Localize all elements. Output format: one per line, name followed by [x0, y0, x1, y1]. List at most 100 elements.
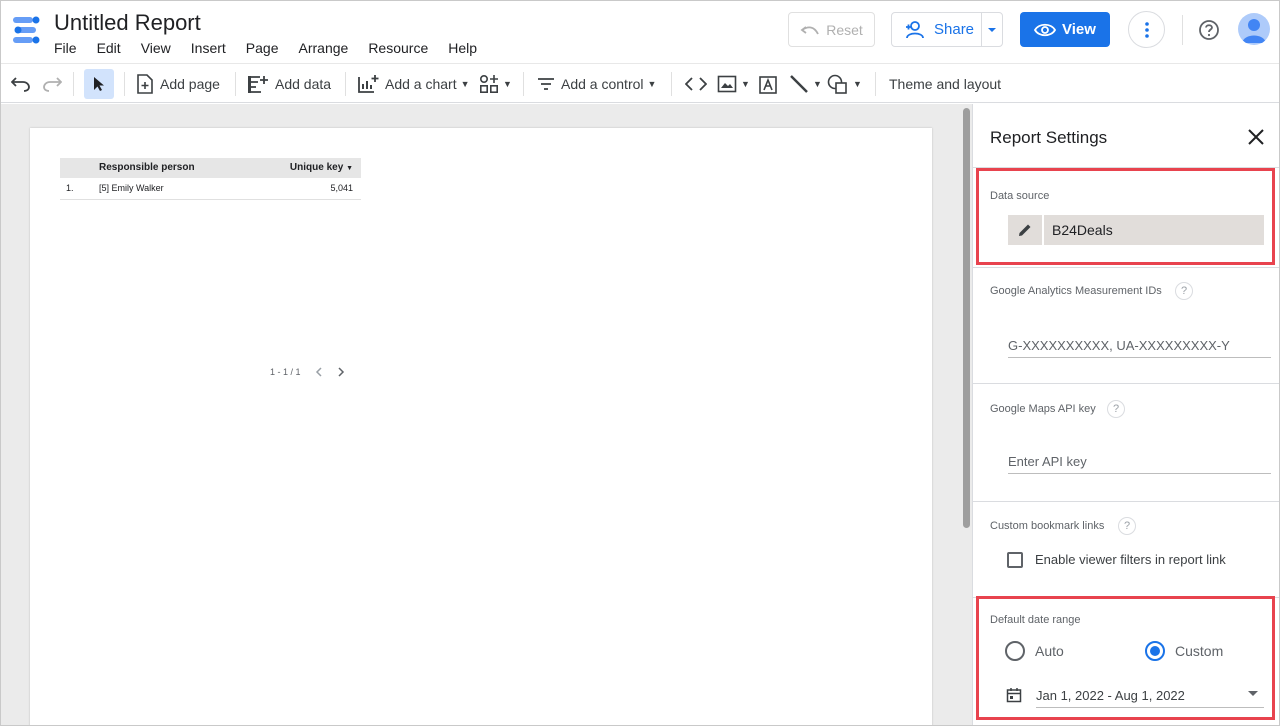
radio-auto[interactable] [1005, 641, 1025, 661]
radio-custom-label[interactable]: Custom [1175, 643, 1223, 659]
chevron-down-icon: ▼ [813, 79, 822, 89]
add-page-label: Add page [160, 76, 220, 92]
menu-view[interactable]: View [141, 40, 171, 56]
report-canvas: Responsible person Unique key ▼ 1. [5] E… [1, 104, 972, 725]
add-chart-label: Add a chart [385, 76, 457, 92]
theme-layout-label: Theme and layout [889, 76, 1002, 92]
menu-edit[interactable]: Edit [97, 40, 121, 56]
looker-studio-logo-icon[interactable] [13, 15, 41, 45]
view-button[interactable]: View [1020, 12, 1110, 47]
toolbar: Add page Add data Add a chart ▼ ▼ Add a … [1, 63, 1279, 104]
data-source-name: B24Deals [1052, 222, 1113, 238]
toolbar-divider [523, 72, 524, 96]
menu-bar: File Edit View Insert Page Arrange Resou… [54, 40, 497, 56]
menu-arrange[interactable]: Arrange [299, 40, 349, 56]
community-viz-button[interactable]: ▼ [479, 64, 512, 104]
community-viz-icon [479, 74, 499, 94]
add-data-label: Add data [275, 76, 332, 92]
maps-api-input[interactable]: Enter API key [1008, 450, 1271, 474]
radio-auto-label[interactable]: Auto [1035, 643, 1064, 659]
row-person: [5] Emily Walker [99, 183, 164, 193]
pencil-icon [1019, 224, 1031, 236]
viewer-filters-checkbox[interactable] [1007, 552, 1023, 568]
ga-help-icon[interactable]: ? [1175, 282, 1193, 300]
report-page[interactable]: Responsible person Unique key ▼ 1. [5] E… [30, 128, 932, 725]
select-tool-button[interactable] [84, 69, 114, 99]
chevron-right-icon[interactable] [337, 367, 345, 377]
report-settings-panel: Report Settings Data source B24Deals Goo… [972, 104, 1279, 725]
add-control-button[interactable]: Add a control ▼ [537, 64, 656, 104]
toolbar-divider [345, 72, 346, 96]
add-data-icon [248, 76, 268, 93]
toolbar-divider [124, 72, 125, 96]
maps-api-label: Google Maps API key [990, 403, 1096, 415]
sort-desc-icon: ▼ [346, 165, 353, 172]
add-chart-icon [358, 75, 379, 93]
date-range-picker[interactable]: Jan 1, 2022 - Aug 1, 2022 [1006, 682, 1264, 708]
radio-custom[interactable] [1145, 641, 1165, 661]
add-page-icon [137, 74, 153, 94]
share-dropdown-icon[interactable] [982, 27, 1002, 33]
shape-button[interactable]: ▼ [827, 64, 862, 104]
image-button[interactable]: ▼ [717, 64, 750, 104]
bookmark-help-icon[interactable]: ? [1118, 517, 1136, 535]
chevron-down-icon: ▼ [741, 79, 750, 89]
data-source-label: Data source [990, 190, 1050, 202]
column-header-person[interactable]: Responsible person [99, 162, 195, 173]
embed-code-icon[interactable] [685, 77, 707, 91]
chevron-left-icon[interactable] [315, 367, 323, 377]
redo-icon[interactable] [42, 75, 62, 93]
bookmark-links-label: Custom bookmark links [990, 520, 1105, 532]
add-chart-button[interactable]: Add a chart ▼ [357, 64, 470, 104]
chevron-down-icon: ▼ [853, 79, 862, 89]
viewer-filters-label[interactable]: Enable viewer filters in report link [1035, 552, 1226, 567]
line-icon [790, 75, 808, 93]
menu-help[interactable]: Help [448, 40, 477, 56]
line-button[interactable]: ▼ [789, 64, 822, 104]
share-main[interactable]: Share [892, 13, 983, 46]
maps-help-icon[interactable]: ? [1107, 400, 1125, 418]
theme-layout-button[interactable]: Theme and layout [889, 64, 1001, 104]
data-source-chip[interactable]: B24Deals [1008, 215, 1264, 245]
close-icon[interactable] [1247, 128, 1265, 146]
header: Untitled Report File Edit View Insert Pa… [1, 1, 1279, 63]
table-pagination: 1 - 1 / 1 [270, 367, 345, 377]
share-button[interactable]: Share [891, 12, 1003, 47]
eye-icon [1034, 23, 1057, 36]
add-page-button[interactable]: Add page [136, 64, 220, 104]
share-label: Share [934, 21, 975, 38]
report-title[interactable]: Untitled Report [54, 10, 201, 36]
column-header-key[interactable]: Unique key ▼ [290, 162, 353, 173]
menu-page[interactable]: Page [246, 40, 279, 56]
help-icon[interactable] [1197, 18, 1221, 42]
canvas-scrollbar[interactable] [963, 108, 970, 528]
ga-ids-input[interactable]: G-XXXXXXXXXX, UA-XXXXXXXXX-Y [1008, 334, 1271, 358]
row-index: 1. [66, 183, 74, 193]
menu-resource[interactable]: Resource [368, 40, 428, 56]
calendar-icon [1006, 688, 1022, 703]
toolbar-divider [671, 72, 672, 96]
column-header-key-label: Unique key [289, 162, 344, 173]
view-label: View [1062, 21, 1096, 38]
undo-icon[interactable] [11, 75, 31, 93]
table-header: Responsible person Unique key ▼ [60, 158, 361, 178]
edit-data-source-button[interactable] [1008, 215, 1044, 245]
reset-button[interactable]: Reset [788, 12, 875, 47]
filter-list-icon [538, 78, 554, 90]
section-divider [973, 267, 1279, 268]
date-range-value: Jan 1, 2022 - Aug 1, 2022 [1036, 687, 1185, 703]
ga-ids-label: Google Analytics Measurement IDs [990, 285, 1162, 297]
menu-insert[interactable]: Insert [191, 40, 226, 56]
date-range-label: Default date range [990, 614, 1081, 626]
menu-file[interactable]: File [54, 40, 77, 56]
image-icon [717, 75, 737, 93]
avatar[interactable] [1238, 13, 1270, 45]
table-chart[interactable]: Responsible person Unique key ▼ 1. [5] E… [60, 158, 361, 200]
toolbar-divider [235, 72, 236, 96]
text-box-icon[interactable] [758, 75, 778, 95]
date-underline [1036, 707, 1264, 708]
chevron-down-icon: ▼ [460, 79, 470, 89]
more-options-button[interactable] [1128, 11, 1165, 48]
chevron-down-icon: ▼ [647, 79, 657, 89]
add-data-button[interactable]: Add data [247, 64, 331, 104]
